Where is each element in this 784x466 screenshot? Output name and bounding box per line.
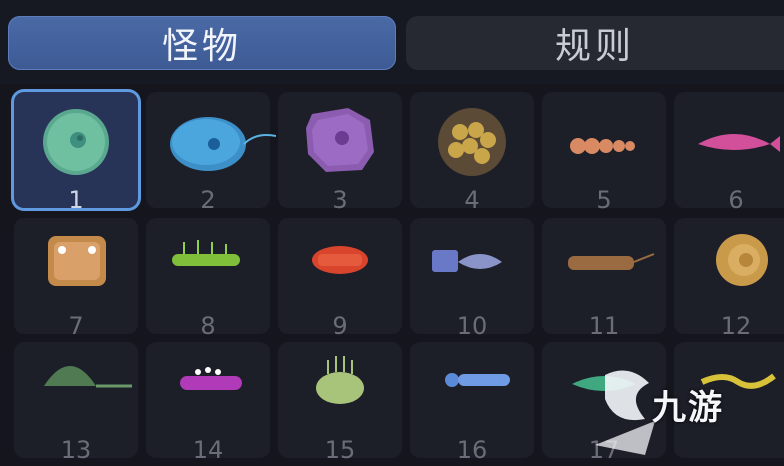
monster-number: 16 xyxy=(456,436,488,464)
monster-card-12[interactable]: 12 xyxy=(674,218,784,340)
monster-card-15[interactable]: 15 xyxy=(278,342,402,464)
monster-card-2[interactable]: 2 xyxy=(146,92,276,214)
monster-number: 8 xyxy=(200,312,216,340)
monster-number: 15 xyxy=(324,436,356,464)
monster-number: 3 xyxy=(332,186,348,214)
yellow-eel-icon xyxy=(700,373,776,389)
monster-card-10[interactable]: 10 xyxy=(410,218,534,340)
monster-card-11[interactable]: 11 xyxy=(542,218,666,340)
tab-monsters[interactable]: 怪物 xyxy=(8,16,396,70)
monster-card-14[interactable]: 14 xyxy=(146,342,270,464)
monster-card-5[interactable]: 5 xyxy=(542,92,666,214)
monster-card-7[interactable]: 7 xyxy=(14,218,138,340)
monster-number: 4 xyxy=(464,186,480,214)
tab-rules[interactable]: 规则 xyxy=(406,16,784,70)
monster-grid: 1 2 3 4 5 6 7 8 9 10 11 12 13 14 15 16 1… xyxy=(0,86,784,466)
monster-card-1[interactable]: 1 xyxy=(14,92,138,214)
monster-number: 1 xyxy=(68,186,84,214)
monster-card-18[interactable] xyxy=(674,342,784,458)
monster-number: 2 xyxy=(200,186,216,214)
monster-card-6[interactable]: 6 xyxy=(674,92,784,214)
monster-number: 6 xyxy=(728,186,744,214)
monster-number: 10 xyxy=(456,312,488,340)
monster-card-3[interactable]: 3 xyxy=(278,92,402,214)
monster-number: 13 xyxy=(60,436,92,464)
top-bar: 怪物 规则 xyxy=(0,0,784,84)
monster-number: 11 xyxy=(588,312,620,340)
monster-number: 9 xyxy=(332,312,348,340)
monster-card-17[interactable]: 17 xyxy=(542,342,666,464)
monster-number: 17 xyxy=(588,436,620,464)
monster-card-9[interactable]: 9 xyxy=(278,218,402,340)
monster-card-13[interactable]: 13 xyxy=(14,342,138,464)
monster-card-8[interactable]: 8 xyxy=(146,218,270,340)
monster-number: 7 xyxy=(68,312,84,340)
monster-card-4[interactable]: 4 xyxy=(410,92,534,214)
monster-number: 5 xyxy=(596,186,612,214)
monster-number: 14 xyxy=(192,436,224,464)
monster-number: 12 xyxy=(720,312,752,340)
monster-card-16[interactable]: 16 xyxy=(410,342,534,464)
